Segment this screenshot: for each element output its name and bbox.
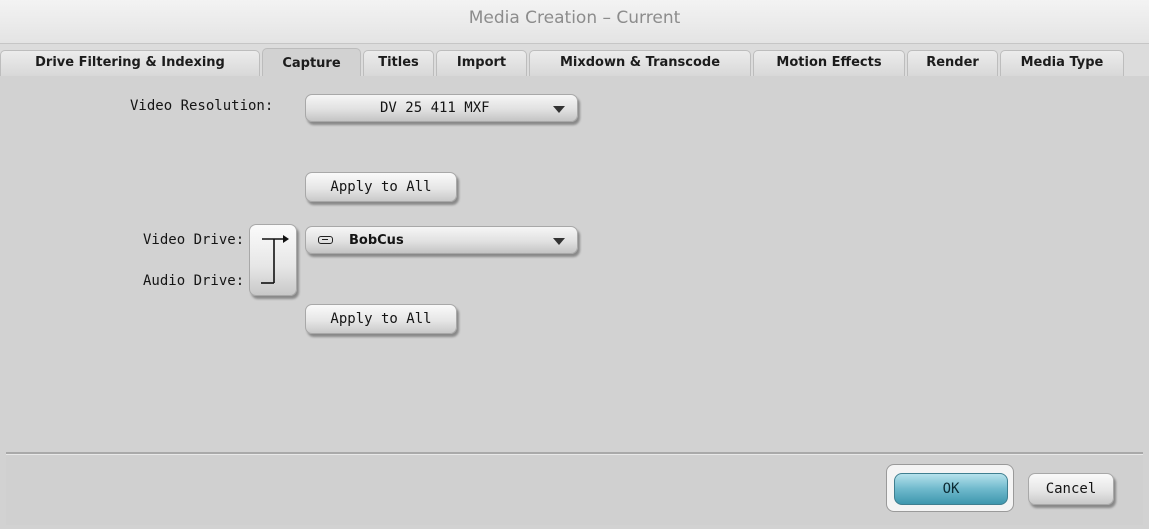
chevron-down-icon (553, 106, 565, 113)
tab-drive-filtering-indexing[interactable]: Drive Filtering & Indexing (0, 50, 260, 76)
media-creation-window: Media Creation – Current Drive Filtering… (0, 0, 1149, 529)
title-bar: Media Creation – Current (0, 0, 1149, 44)
apply-to-all-drive-button[interactable]: Apply to All (305, 304, 457, 334)
ok-button[interactable]: OK (894, 473, 1008, 505)
tab-render[interactable]: Render (907, 50, 998, 76)
link-drives-icon (261, 235, 289, 284)
tab-import[interactable]: Import (436, 50, 527, 76)
drive-value: BobCus (349, 233, 404, 248)
video-drive-label: Video Drive: (143, 232, 245, 248)
cancel-button[interactable]: Cancel (1028, 473, 1114, 505)
chevron-down-icon (553, 238, 565, 245)
tab-strip: Drive Filtering & Indexing Capture Title… (0, 44, 1149, 77)
video-resolution-dropdown[interactable]: DV 25 411 MXF (305, 94, 578, 122)
tab-capture[interactable]: Capture (262, 48, 361, 77)
audio-drive-label: Audio Drive: (143, 273, 245, 289)
tab-titles[interactable]: Titles (363, 50, 434, 76)
tab-motion-effects[interactable]: Motion Effects (753, 50, 905, 76)
video-resolution-value: DV 25 411 MXF (380, 100, 490, 116)
capture-settings-panel (6, 76, 1143, 452)
window-title: Media Creation – Current (468, 8, 681, 28)
drive-dropdown[interactable]: BobCus (305, 226, 578, 254)
link-drives-button[interactable] (249, 224, 297, 296)
apply-to-all-resolution-button[interactable]: Apply to All (305, 172, 457, 202)
tab-mixdown-transcode[interactable]: Mixdown & Transcode (529, 50, 751, 76)
tab-media-type[interactable]: Media Type (1000, 50, 1124, 76)
drive-icon (318, 236, 333, 244)
video-resolution-label: Video Resolution: (130, 98, 274, 114)
